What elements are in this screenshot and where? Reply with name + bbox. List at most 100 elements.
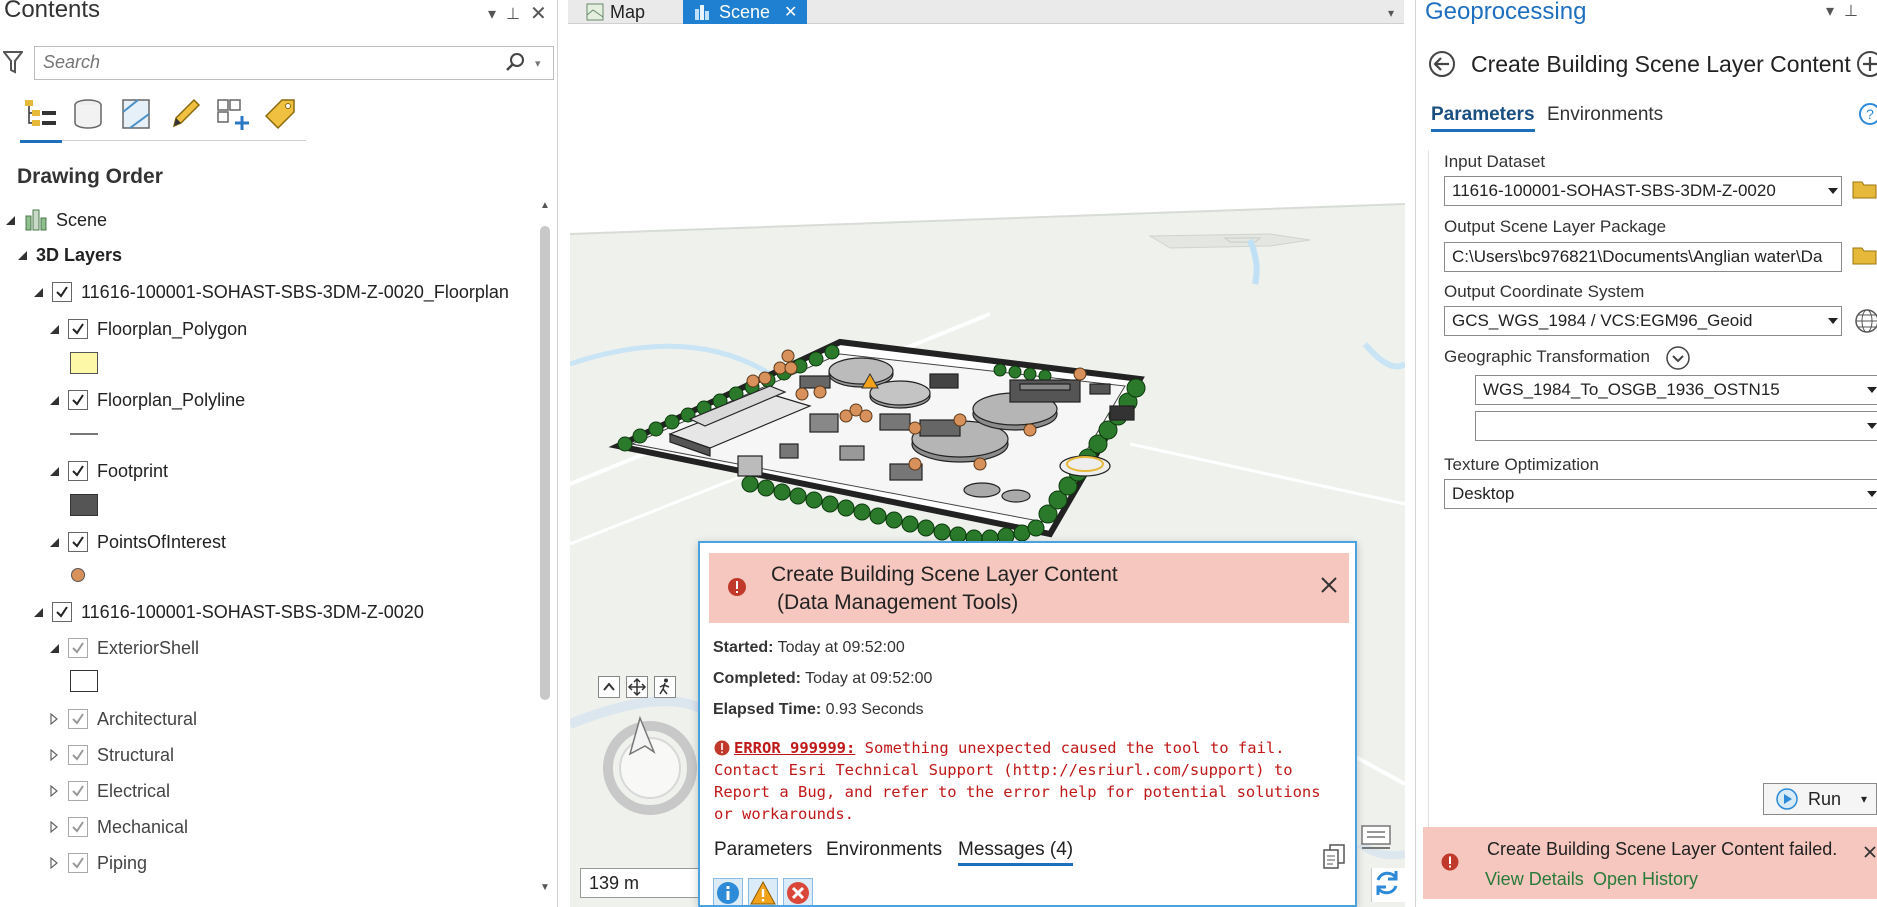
layer-row-building-group[interactable]: 11616-100001-SOHAST-SBS-3DM-Z-0020: [32, 597, 424, 627]
layer-checkbox[interactable]: [68, 817, 88, 837]
back-icon[interactable]: [1428, 50, 1456, 78]
layer-row-floorplan-polyline[interactable]: Floorplan_Polyline: [48, 385, 245, 415]
input-dataset-field[interactable]: 11616-100001-SOHAST-SBS-3DM-Z-0020: [1444, 176, 1842, 206]
tab-parameters[interactable]: Parameters: [1431, 104, 1535, 132]
pin-icon[interactable]: ⊥: [506, 4, 520, 24]
list-by-selection-icon[interactable]: [118, 96, 154, 132]
pin-icon[interactable]: ⊥: [1844, 1, 1858, 21]
search-icon[interactable]: [505, 51, 527, 73]
collapse-triangle-icon[interactable]: [48, 536, 60, 548]
expand-triangle-icon[interactable]: [48, 713, 60, 725]
open-history-link[interactable]: Open History: [1593, 869, 1698, 890]
texture-field[interactable]: Desktop: [1444, 479, 1877, 509]
collapse-triangle-icon[interactable]: [32, 606, 44, 618]
full-extent-icon[interactable]: [626, 676, 648, 698]
output-cs-dropdown-icon[interactable]: [1828, 318, 1838, 324]
texture-dropdown-icon[interactable]: [1867, 491, 1877, 497]
collapse-triangle-icon[interactable]: [32, 286, 44, 298]
footprint-symbol-swatch[interactable]: [70, 494, 98, 516]
search-dropdown-icon[interactable]: ▾: [535, 57, 541, 70]
layer-checkbox[interactable]: [52, 282, 72, 302]
scrollbar-thumb[interactable]: [540, 226, 550, 700]
pane-menu-icon[interactable]: ▾: [488, 4, 496, 24]
tab-map[interactable]: Map: [576, 0, 655, 24]
layer-row-points-of-interest[interactable]: PointsOfInterest: [48, 527, 226, 557]
layer-row-exterior-shell[interactable]: ExteriorShell: [48, 633, 199, 663]
collapse-triangle-icon[interactable]: [48, 642, 60, 654]
browse-folder-icon[interactable]: [1852, 178, 1877, 200]
list-by-data-source-icon[interactable]: [70, 96, 106, 132]
copy-messages-icon[interactable]: [1322, 843, 1346, 869]
popup-tab-parameters[interactable]: Parameters: [714, 839, 812, 861]
layer-checkbox[interactable]: [68, 390, 88, 410]
run-button[interactable]: Run ▾: [1763, 783, 1877, 815]
attribution-icon[interactable]: [1360, 824, 1394, 852]
layer-checkbox[interactable]: [68, 532, 88, 552]
layer-row-floorplan-group[interactable]: 11616-100001-SOHAST-SBS-3DM-Z-0020_Floor…: [32, 277, 509, 307]
collapse-triangle-icon[interactable]: [16, 249, 28, 261]
globe-icon[interactable]: [1854, 308, 1877, 334]
walk-mode-icon[interactable]: [654, 676, 676, 698]
scroll-down-icon[interactable]: ▼: [540, 882, 550, 893]
poi-symbol-swatch[interactable]: [71, 568, 85, 582]
layer-checkbox[interactable]: [68, 853, 88, 873]
layer-checkbox[interactable]: [68, 638, 88, 658]
collapse-triangle-icon[interactable]: [48, 394, 60, 406]
expand-navigator-icon[interactable]: [598, 676, 620, 698]
expand-triangle-icon[interactable]: [48, 785, 60, 797]
search-box[interactable]: ▾: [34, 46, 554, 80]
geo-transform-dropdown-2-icon[interactable]: [1867, 423, 1877, 429]
input-dataset-dropdown-icon[interactable]: [1828, 188, 1838, 194]
add-tool-icon[interactable]: [1856, 50, 1877, 78]
geo-transform-field-2[interactable]: [1475, 411, 1877, 441]
list-by-labeling-icon[interactable]: [262, 96, 298, 132]
popup-tab-messages[interactable]: Messages (4): [958, 839, 1074, 866]
list-by-editing-icon[interactable]: [166, 96, 202, 132]
expand-triangle-icon[interactable]: [48, 749, 60, 761]
collapse-triangle-icon[interactable]: [48, 465, 60, 477]
run-dropdown-icon[interactable]: ▾: [1861, 792, 1867, 806]
layer-row-electrical[interactable]: Electrical: [48, 776, 170, 806]
scale-box[interactable]: 139 m: [580, 868, 708, 898]
close-pane-icon[interactable]: ✕: [530, 1, 547, 26]
refresh-icon[interactable]: [1371, 868, 1405, 902]
exterior-shell-symbol-swatch[interactable]: [70, 670, 98, 692]
geo-transform-field[interactable]: WGS_1984_To_OSGB_1936_OSTN15: [1475, 375, 1877, 405]
filter-icon[interactable]: [3, 50, 23, 74]
browse-output-folder-icon[interactable]: [1852, 244, 1877, 266]
layer-row-piping[interactable]: Piping: [48, 848, 147, 878]
layer-checkbox[interactable]: [52, 602, 72, 622]
navigator-control[interactable]: [600, 716, 700, 816]
layer-checkbox[interactable]: [68, 461, 88, 481]
close-tab-icon[interactable]: ✕: [784, 2, 797, 22]
scroll-up-icon[interactable]: ▲: [540, 200, 550, 211]
close-banner-icon[interactable]: [1863, 845, 1877, 859]
tree-scene[interactable]: Scene: [4, 205, 107, 235]
tree-3d-layers[interactable]: 3D Layers: [16, 240, 122, 270]
error-messages-filter[interactable]: [783, 878, 813, 905]
layer-row-floorplan-polygon[interactable]: Floorplan_Polygon: [48, 314, 247, 344]
help-icon[interactable]: ?: [1858, 102, 1877, 126]
close-popup-icon[interactable]: [1319, 575, 1339, 595]
geo-transform-dropdown-icon[interactable]: [1867, 387, 1877, 393]
list-by-drawing-order-icon[interactable]: [22, 96, 58, 132]
popup-tab-environments[interactable]: Environments: [826, 839, 942, 861]
layer-checkbox[interactable]: [68, 781, 88, 801]
collapse-triangle-icon[interactable]: [4, 214, 16, 226]
output-package-field[interactable]: C:\Users\bc976821\Documents\Anglian wate…: [1444, 242, 1842, 272]
polyline-symbol-swatch[interactable]: [70, 433, 98, 435]
geo-transform-expand-icon[interactable]: [1665, 345, 1691, 371]
tab-environments[interactable]: Environments: [1547, 104, 1663, 126]
pane-menu-icon[interactable]: ▾: [1826, 1, 1834, 21]
search-input[interactable]: [41, 47, 481, 77]
view-details-link[interactable]: View Details: [1485, 869, 1584, 890]
layer-row-footprint[interactable]: Footprint: [48, 456, 168, 486]
output-cs-field[interactable]: GCS_WGS_1984 / VCS:EGM96_Geoid: [1444, 306, 1842, 336]
tab-list-dropdown-icon[interactable]: ▾: [1388, 6, 1394, 20]
layer-row-architectural[interactable]: Architectural: [48, 704, 197, 734]
layer-checkbox[interactable]: [68, 319, 88, 339]
collapse-triangle-icon[interactable]: [48, 323, 60, 335]
warning-messages-filter[interactable]: [748, 878, 778, 905]
error-code-link[interactable]: ERROR 999999:: [734, 739, 855, 757]
layer-row-mechanical[interactable]: Mechanical: [48, 812, 188, 842]
